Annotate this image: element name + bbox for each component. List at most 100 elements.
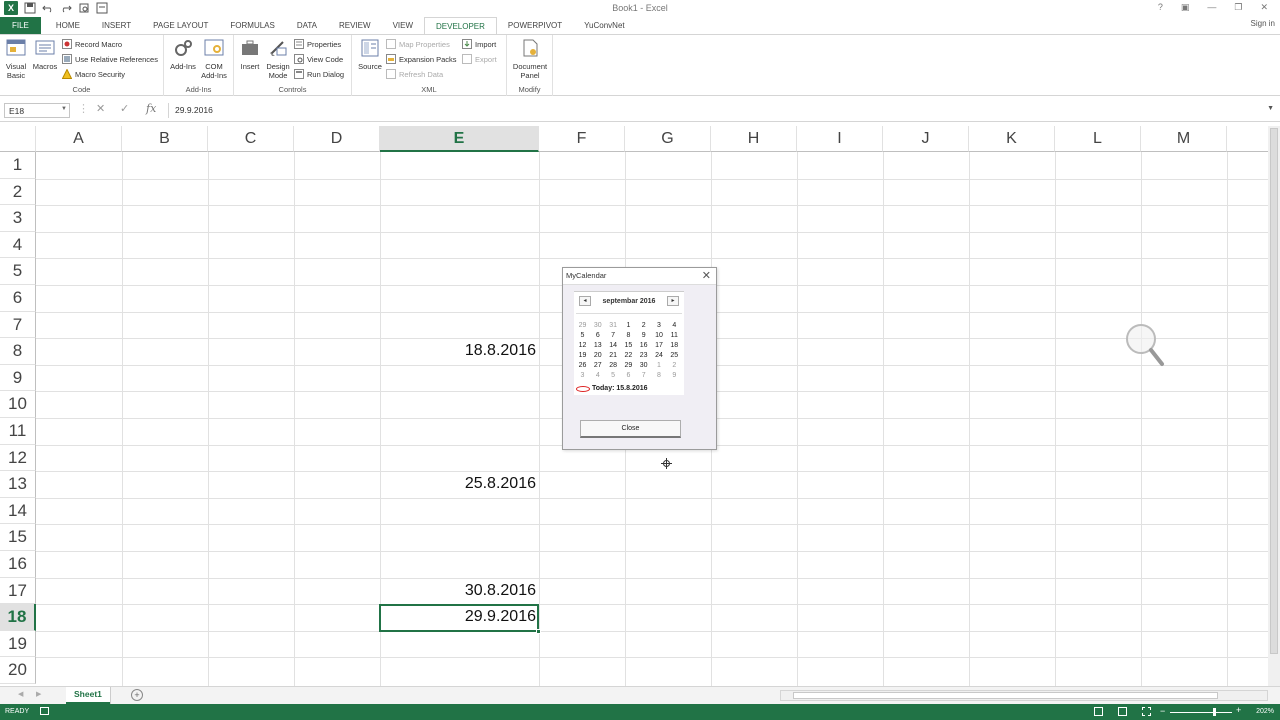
- row-header-11[interactable]: 11: [0, 418, 36, 445]
- restore-icon[interactable]: ❐: [1234, 2, 1242, 13]
- properties-button[interactable]: Properties: [294, 39, 341, 49]
- column-header-i[interactable]: I: [797, 126, 883, 152]
- tab-formulas[interactable]: FORMULAS: [219, 17, 285, 35]
- tab-developer[interactable]: DEVELOPER: [424, 17, 497, 35]
- cancel-icon[interactable]: ✕: [96, 102, 105, 115]
- calendar-day[interactable]: 31: [606, 322, 621, 329]
- view-code-button[interactable]: View Code: [294, 54, 343, 64]
- calendar-day[interactable]: 2: [636, 322, 651, 329]
- calendar-day[interactable]: 4: [667, 322, 682, 329]
- calendar-day[interactable]: 2: [667, 362, 682, 369]
- calendar-day[interactable]: 29: [621, 362, 636, 369]
- name-box[interactable]: E18 ▼: [4, 103, 70, 118]
- zoom-slider-thumb[interactable]: [1213, 708, 1216, 716]
- calendar-day[interactable]: 6: [621, 372, 636, 379]
- tab-page-layout[interactable]: PAGE LAYOUT: [142, 17, 219, 35]
- macro-record-status-icon[interactable]: [40, 707, 49, 715]
- select-all-corner[interactable]: [0, 126, 36, 152]
- column-header-k[interactable]: K: [969, 126, 1055, 152]
- calendar-day[interactable]: 23: [636, 352, 651, 359]
- calendar-day[interactable]: 15: [621, 342, 636, 349]
- help-icon[interactable]: ?: [1158, 2, 1163, 13]
- horizontal-scrollbar[interactable]: [780, 690, 1268, 701]
- tab-review[interactable]: REVIEW: [328, 17, 382, 35]
- expansion-packs-button[interactable]: Expansion Packs: [386, 54, 457, 64]
- column-header-a[interactable]: A: [36, 126, 122, 152]
- import-button[interactable]: Import: [462, 39, 496, 49]
- row-header-1[interactable]: 1: [0, 152, 36, 179]
- row-header-2[interactable]: 2: [0, 178, 36, 206]
- calendar-today[interactable]: Today: 15.8.2016: [576, 385, 648, 392]
- tab-view[interactable]: VIEW: [382, 17, 424, 35]
- insert-control-button[interactable]: Insert: [238, 38, 262, 71]
- row-header-19[interactable]: 19: [0, 630, 36, 658]
- add-sheet-icon[interactable]: +: [131, 689, 143, 701]
- visual-basic-button[interactable]: Visual Basic: [3, 38, 29, 80]
- chevron-down-icon[interactable]: ▼: [61, 106, 67, 112]
- calendar-day[interactable]: 8: [652, 372, 667, 379]
- macro-security-button[interactable]: Macro Security: [62, 69, 125, 79]
- row-header-12[interactable]: 12: [0, 444, 36, 472]
- ribbon-display-icon[interactable]: ▣: [1181, 2, 1190, 13]
- addins-button[interactable]: Add-Ins: [167, 38, 199, 71]
- row-header-8[interactable]: 8: [0, 338, 36, 365]
- calendar-day[interactable]: 28: [606, 362, 621, 369]
- calendar-day[interactable]: 19: [575, 352, 590, 359]
- calendar-day[interactable]: 1: [621, 322, 636, 329]
- calendar-day[interactable]: 21: [606, 352, 621, 359]
- calendar-day[interactable]: 1: [652, 362, 667, 369]
- design-mode-button[interactable]: Design Mode: [264, 38, 292, 80]
- calendar-day[interactable]: 24: [652, 352, 667, 359]
- row-header-3[interactable]: 3: [0, 205, 36, 232]
- close-icon[interactable]: ✕: [702, 269, 711, 282]
- next-month-button[interactable]: ▸: [667, 296, 679, 306]
- calendar-day[interactable]: 5: [575, 332, 590, 339]
- source-button[interactable]: Source: [356, 38, 384, 71]
- column-header-b[interactable]: B: [122, 126, 208, 152]
- column-header-d[interactable]: D: [294, 126, 380, 152]
- formula-input[interactable]: 29.9.2016: [168, 103, 1268, 118]
- sheet-prev-icon[interactable]: ◀: [18, 690, 23, 698]
- calendar-day[interactable]: 17: [652, 342, 667, 349]
- tab-powerpivot[interactable]: POWERPIVOT: [497, 17, 573, 35]
- row-header-20[interactable]: 20: [0, 657, 36, 684]
- calendar-day[interactable]: 30: [590, 322, 605, 329]
- active-cell-selection[interactable]: [379, 604, 541, 634]
- sign-in-link[interactable]: Sign in: [1251, 19, 1275, 28]
- row-header-15[interactable]: 15: [0, 524, 36, 551]
- horizontal-scroll-thumb[interactable]: [793, 692, 1218, 699]
- expand-formula-bar-icon[interactable]: ▼: [1267, 105, 1274, 112]
- row-header-18[interactable]: 18: [0, 604, 36, 631]
- row-header-13[interactable]: 13: [0, 471, 36, 498]
- cell-e13[interactable]: 25.8.2016: [380, 475, 536, 493]
- close-button[interactable]: Close: [580, 420, 681, 438]
- vertical-scrollbar[interactable]: [1268, 126, 1280, 686]
- tab-home[interactable]: HOME: [45, 17, 91, 35]
- column-header-m[interactable]: M: [1141, 126, 1227, 152]
- calendar-day[interactable]: 13: [590, 342, 605, 349]
- calendar-day[interactable]: 6: [590, 332, 605, 339]
- row-header-10[interactable]: 10: [0, 391, 36, 418]
- calendar-day[interactable]: 7: [636, 372, 651, 379]
- calendar-day[interactable]: 9: [636, 332, 651, 339]
- calendar-day[interactable]: 12: [575, 342, 590, 349]
- run-dialog-button[interactable]: Run Dialog: [294, 69, 344, 79]
- row-header-14[interactable]: 14: [0, 497, 36, 525]
- use-relative-references-button[interactable]: Use Relative References: [62, 54, 158, 64]
- row-header-9[interactable]: 9: [0, 364, 36, 392]
- calendar-day[interactable]: 3: [652, 322, 667, 329]
- vertical-scroll-thumb[interactable]: [1270, 128, 1278, 654]
- calendar-day[interactable]: 5: [606, 372, 621, 379]
- column-header-g[interactable]: G: [625, 126, 711, 152]
- calendar-day[interactable]: 30: [636, 362, 651, 369]
- row-header-6[interactable]: 6: [0, 285, 36, 312]
- calendar-day[interactable]: 16: [636, 342, 651, 349]
- column-header-j[interactable]: J: [883, 126, 969, 152]
- column-header-c[interactable]: C: [208, 126, 294, 152]
- export-button[interactable]: Export: [462, 54, 497, 64]
- row-header-4[interactable]: 4: [0, 231, 36, 259]
- dialog-title-bar[interactable]: MyCalendar ✕: [563, 268, 716, 285]
- row-header-5[interactable]: 5: [0, 258, 36, 285]
- sheet-tab-sheet1[interactable]: Sheet1: [66, 687, 110, 704]
- record-macro-button[interactable]: Record Macro: [62, 39, 122, 49]
